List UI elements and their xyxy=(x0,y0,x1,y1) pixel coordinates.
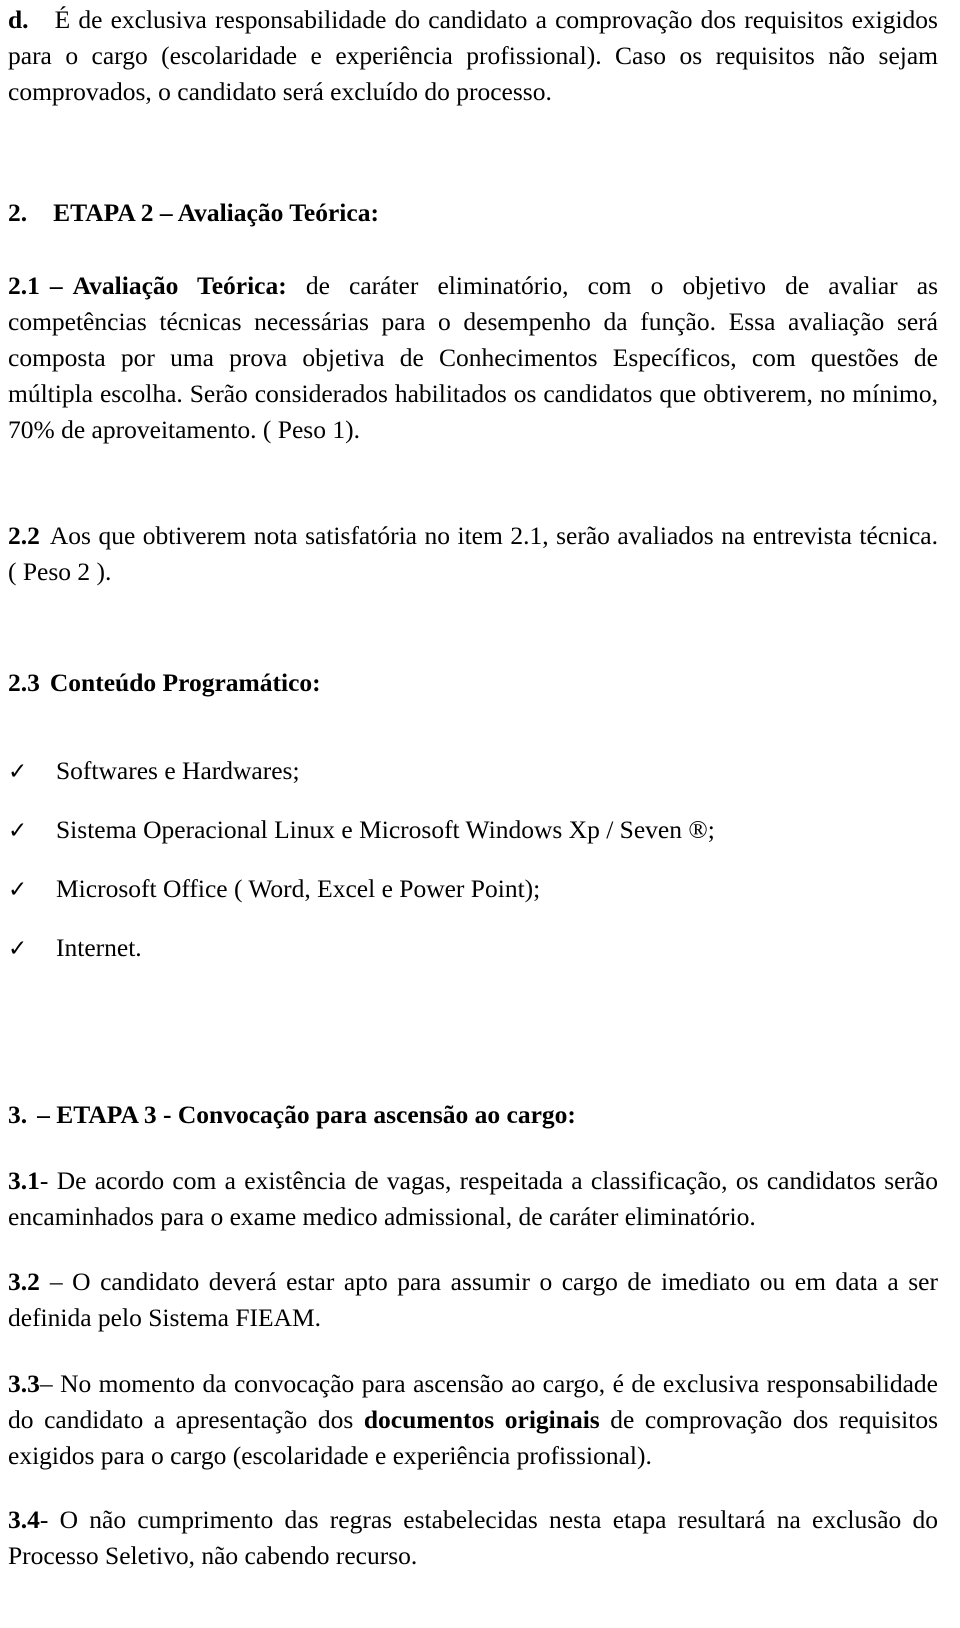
section-2-heading: 2. ETAPA 2 – Avaliação Teórica: xyxy=(8,195,708,231)
item-3-2-paragraph: 3.2– O candidato deverá estar apto para … xyxy=(8,1264,938,1336)
section-2-3-heading: 2.3 Conteúdo Programático: xyxy=(8,665,708,701)
list-item: ✓ Softwares e Hardwares; xyxy=(8,753,938,790)
item-2-2-paragraph: 2.2 Aos que obtiverem nota satisfatória n… xyxy=(8,518,938,590)
item-d-paragraph: d. É de exclusiva responsabilidade do can… xyxy=(8,2,938,110)
section-3-heading: 3. – ETAPA 3 - Convocação para ascensão a… xyxy=(8,1097,808,1133)
item-3-4-paragraph: 3.4- O não cumprimento das regras estabe… xyxy=(8,1502,938,1574)
section-3-heading-line: 3. – ETAPA 3 - Convocação para ascensão a… xyxy=(8,1097,808,1133)
section-2-heading-number: 2. xyxy=(8,198,28,227)
paragraph-3-1: 3.1- De acordo com a existência de vagas… xyxy=(8,1163,938,1235)
paragraph-item-d: d. É de exclusiva responsabilidade do can… xyxy=(8,2,938,110)
list-item: ✓ Microsoft Office ( Word, Excel e Power … xyxy=(8,871,938,908)
item-3-2-number: 3.2 xyxy=(8,1267,40,1296)
list-item: ✓ Sistema Operacional Linux e Microsoft W… xyxy=(8,812,938,849)
item-3-4-number: 3.4 xyxy=(8,1505,40,1534)
item-3-2-text: O candidato deverá estar apto para assum… xyxy=(8,1267,938,1332)
section-3-heading-number: 3. xyxy=(8,1100,28,1129)
item-2-2-number: 2.2 xyxy=(8,521,40,550)
section-3-heading-text: – ETAPA 3 - Convocação para ascensão ao … xyxy=(37,1100,576,1129)
checkmark-icon: ✓ xyxy=(8,759,28,785)
list-item-label: Microsoft Office ( Word, Excel e Power P… xyxy=(56,874,541,903)
item-d-text: É de exclusiva responsabilidade do candi… xyxy=(8,5,938,106)
item-2-1-number: 2.1 xyxy=(8,271,40,300)
item-3-1-number: 3.1 xyxy=(8,1166,40,1195)
list-item-label: Softwares e Hardwares; xyxy=(56,756,300,785)
paragraph-3-2: 3.2– O candidato deverá estar apto para … xyxy=(8,1264,938,1336)
item-d-marker: d. xyxy=(8,5,29,34)
checkmark-icon: ✓ xyxy=(8,936,28,962)
paragraph-3-4: 3.4- O não cumprimento das regras estabe… xyxy=(8,1502,938,1574)
paragraph-3-3: 3.3– No momento da convocação para ascen… xyxy=(8,1366,938,1474)
item-2-1-paragraph: 2.1– Avaliação Teórica: de caráter elimin… xyxy=(8,268,938,448)
item-3-3-dash: – xyxy=(39,1369,53,1398)
paragraph-2-1: 2.1– Avaliação Teórica: de caráter elimin… xyxy=(8,268,938,448)
item-3-4-dash: - xyxy=(39,1505,49,1534)
paragraph-2-2: 2.2 Aos que obtiverem nota satisfatória n… xyxy=(8,518,938,590)
item-2-1-bold-lead: Avaliação Teórica: xyxy=(72,271,287,300)
section-2-heading-line: 2. ETAPA 2 – Avaliação Teórica: xyxy=(8,195,708,231)
item-3-4-text: O não cumprimento das regras estabelecid… xyxy=(8,1505,939,1570)
item-2-2-text: Aos que obtiverem nota satisfatória no i… xyxy=(8,521,938,586)
item-3-3-number: 3.3 xyxy=(8,1369,40,1398)
list-item-label: Internet. xyxy=(56,933,142,962)
checkmark-icon: ✓ xyxy=(8,877,28,903)
item-3-3-paragraph: 3.3– No momento da convocação para ascen… xyxy=(8,1366,938,1474)
document-page: d. É de exclusiva responsabilidade do can… xyxy=(0,0,960,1628)
section-2-heading-text: ETAPA 2 – Avaliação Teórica: xyxy=(53,198,379,227)
checkmark-icon: ✓ xyxy=(8,818,28,844)
item-3-1-paragraph: 3.1- De acordo com a existência de vagas… xyxy=(8,1163,938,1235)
list-item: ✓ Internet. xyxy=(8,930,938,967)
item-2-3-number: 2.3 xyxy=(8,668,40,697)
item-2-3-heading-text: Conteúdo Programático: xyxy=(49,668,321,697)
item-3-1-text: De acordo com a existência de vagas, res… xyxy=(8,1166,938,1231)
list-item-label: Sistema Operacional Linux e Microsoft Wi… xyxy=(56,815,715,844)
item-3-2-dash: – xyxy=(49,1267,63,1296)
item-2-1-dash: – xyxy=(49,271,63,300)
item-2-3-heading-line: 2.3 Conteúdo Programático: xyxy=(8,665,708,701)
item-3-1-dash: - xyxy=(39,1166,49,1195)
item-3-3-bold-phrase: documentos originais xyxy=(363,1405,600,1434)
